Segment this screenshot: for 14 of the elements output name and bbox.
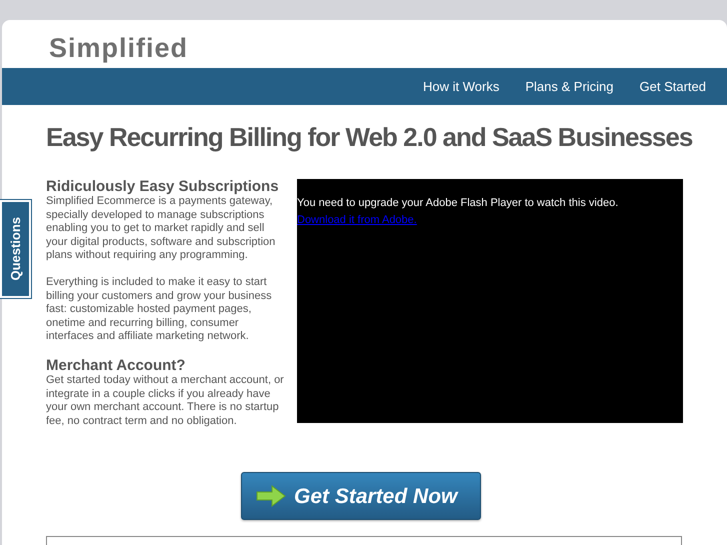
nav-link[interactable]: Get Started <box>626 76 719 96</box>
paragraph: Simplified Ecommerce is a payments gateway, specially developed to manage subscriptions enabling you to get to market rapidly and sell your digital products, software and subscription plans without requiring any programming. <box>46 195 276 263</box>
get-started-button[interactable]: Get Started Now <box>241 472 481 520</box>
logo: Simplified <box>48 32 190 65</box>
section-heading: Merchant Account? <box>46 356 186 374</box>
nav-link[interactable]: How it Works <box>410 76 512 96</box>
paragraph: Everything is included to make it easy to start billing your customers and grow your business fast: customizable hosted payment pages, onetime and recurring billing, consumer interfaces and affiliate marketing network. <box>46 276 273 344</box>
questions-tab[interactable]: Questions <box>0 200 31 298</box>
arrow-icon <box>256 485 286 508</box>
section-heading: Ridiculously Easy Subscriptions <box>46 178 280 195</box>
nav-link[interactable]: Plans & Pricing <box>512 76 627 96</box>
paragraph: Get started today without a merchant account, or integrate in a couple clicks if you already have your own merchant account. There is no startup fee, no contract term and no obligation. <box>46 374 285 428</box>
headline: Easy Recurring Billing for Web 2.0 and SaaS Businesses <box>46 121 694 153</box>
flash-message: You need to upgrade your Adobe Flash Player to watch this video. <box>297 196 620 211</box>
